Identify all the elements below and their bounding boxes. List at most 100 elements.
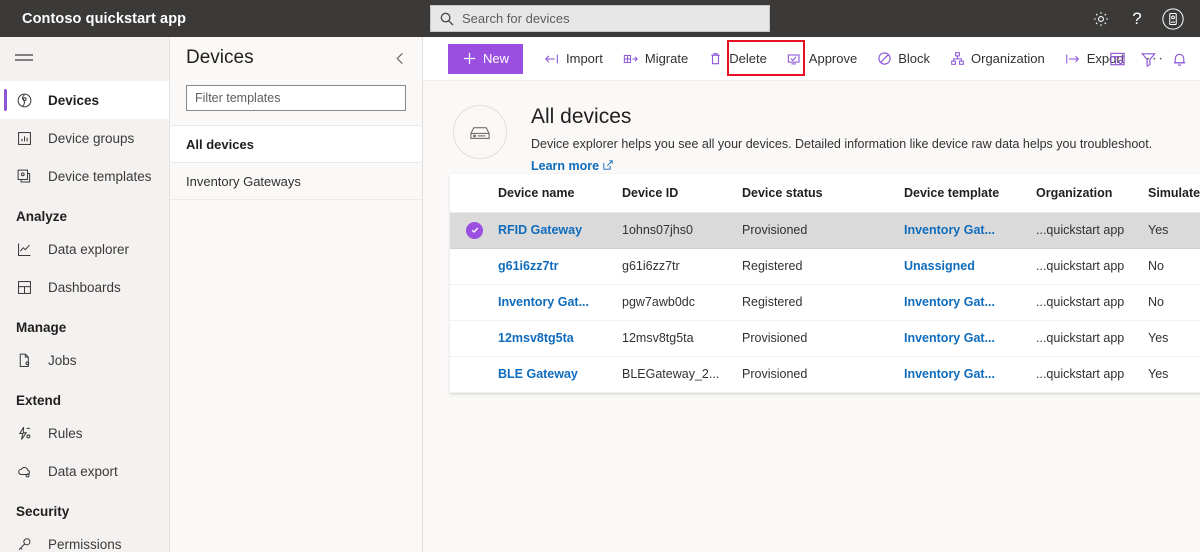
sidebar-item-label: Data export (48, 464, 118, 479)
approve-button-label: Approve (809, 51, 857, 66)
device-template-link[interactable]: Unassigned (904, 259, 1036, 273)
cell-device-name[interactable]: Inventory Gat... (498, 284, 622, 320)
approve-button[interactable]: Approve (778, 44, 866, 74)
help-icon[interactable]: ? (1120, 2, 1154, 36)
rules-bolt-icon (0, 425, 48, 442)
cell-organization: ...quickstart app (1036, 356, 1148, 392)
column-options-icon[interactable] (1109, 51, 1126, 68)
sidebar-item-label: Dashboards (48, 280, 121, 295)
top-app-bar: Contoso quickstart app ? (0, 0, 1200, 37)
migrate-button[interactable]: Migrate (614, 44, 697, 74)
cell-simulated: No (1148, 248, 1200, 284)
search-input[interactable] (462, 11, 761, 26)
filter-templates-wrap (170, 79, 422, 125)
column-header-device-template[interactable]: Device template (904, 174, 1036, 212)
table-row[interactable]: RFID Gateway 1ohns07jhs0 Provisioned Inv… (450, 212, 1200, 248)
cell-organization: ...quickstart app (1036, 320, 1148, 356)
trash-icon (708, 51, 723, 66)
bell-notification-icon[interactable] (1171, 51, 1188, 68)
table-row[interactable]: Inventory Gat... pgw7awb0dc Registered I… (450, 284, 1200, 320)
cloud-export-icon (0, 463, 48, 480)
cell-device-template[interactable]: Inventory Gat... (904, 356, 1036, 392)
cell-device-id: pgw7awb0dc (622, 284, 742, 320)
cell-device-name[interactable]: g61i6zz7tr (498, 248, 622, 284)
sidebar-item-label: Devices (48, 93, 99, 108)
device-template-link[interactable]: Inventory Gat... (904, 331, 1036, 345)
table-row[interactable]: BLE Gateway BLEGateway_2... Provisioned … (450, 356, 1200, 392)
dashboard-grid-icon (0, 279, 48, 296)
table-header: Device name Device ID Device status Devi… (450, 174, 1200, 212)
delete-button[interactable]: Delete (699, 44, 776, 74)
filter-templates-input[interactable] (186, 85, 406, 111)
table-row[interactable]: g61i6zz7tr g61i6zz7tr Registered Unassig… (450, 248, 1200, 284)
sidebar-item-device-groups[interactable]: Device groups (0, 119, 169, 157)
cell-device-template[interactable]: Inventory Gat... (904, 320, 1036, 356)
search-box[interactable] (430, 5, 770, 32)
cell-simulated: Yes (1148, 320, 1200, 356)
row-select-checkbox[interactable] (450, 212, 498, 248)
template-item-all-devices[interactable]: All devices (170, 125, 422, 162)
import-button[interactable]: Import (535, 44, 612, 74)
device-name-link[interactable]: Inventory Gat... (498, 295, 622, 309)
organization-button-label: Organization (971, 51, 1045, 66)
row-select-checkbox[interactable] (450, 248, 498, 284)
sidebar-item-data-export[interactable]: Data export (0, 452, 169, 490)
sidebar-item-device-templates[interactable]: Device templates (0, 157, 169, 195)
cell-device-template[interactable]: Unassigned (904, 248, 1036, 284)
sidebar-item-dashboards[interactable]: Dashboards (0, 268, 169, 306)
cell-device-template[interactable]: Inventory Gat... (904, 284, 1036, 320)
template-item-inventory-gateways[interactable]: Inventory Gateways (170, 162, 422, 199)
device-template-link[interactable]: Inventory Gat... (904, 367, 1036, 381)
device-template-link[interactable]: Inventory Gat... (904, 295, 1036, 309)
learn-more-link[interactable]: Learn more (531, 159, 613, 173)
sidebar-item-data-explorer[interactable]: Data explorer (0, 230, 169, 268)
filter-funnel-icon[interactable] (1140, 51, 1157, 68)
block-button-label: Block (898, 51, 930, 66)
table-row[interactable]: 12msv8tg5ta 12msv8tg5ta Provisioned Inve… (450, 320, 1200, 356)
hero-text: All devices Device explorer helps you se… (531, 105, 1152, 175)
cell-device-name[interactable]: BLE Gateway (498, 356, 622, 392)
device-name-link[interactable]: RFID Gateway (498, 223, 622, 237)
row-select-checkbox[interactable] (450, 320, 498, 356)
column-header-device-id[interactable]: Device ID (622, 174, 742, 212)
device-name-link[interactable]: BLE Gateway (498, 367, 622, 381)
plus-icon (462, 51, 477, 66)
device-name-link[interactable]: 12msv8tg5ta (498, 331, 622, 345)
block-button[interactable]: Block (868, 44, 939, 74)
device-name-link[interactable]: g61i6zz7tr (498, 259, 622, 273)
organization-button[interactable]: Organization (941, 44, 1054, 74)
export-icon (1065, 52, 1081, 66)
column-header-simulated[interactable]: Simulated (1148, 174, 1200, 212)
device-template-link[interactable]: Inventory Gat... (904, 223, 1036, 237)
cell-device-template[interactable]: Inventory Gat... (904, 212, 1036, 248)
column-header-organization[interactable]: Organization (1036, 174, 1148, 212)
sidebar-item-rules[interactable]: Rules (0, 414, 169, 452)
account-avatar-icon[interactable] (1156, 2, 1190, 36)
row-select-checkbox[interactable] (450, 356, 498, 392)
hamburger-icon[interactable] (0, 37, 48, 81)
cell-device-status: Registered (742, 248, 904, 284)
approve-icon (787, 52, 803, 66)
sidebar-item-devices[interactable]: Devices (0, 81, 169, 119)
row-select-checkbox[interactable] (450, 284, 498, 320)
cell-organization: ...quickstart app (1036, 284, 1148, 320)
table-header-row: Device name Device ID Device status Devi… (450, 174, 1200, 212)
template-list: All devices Inventory Gateways (170, 125, 422, 200)
organization-icon (950, 51, 965, 66)
cell-organization: ...quickstart app (1036, 212, 1148, 248)
cell-device-status: Provisioned (742, 320, 904, 356)
search-icon (439, 11, 455, 27)
select-all-header[interactable] (450, 174, 498, 212)
hero-description: Device explorer helps you see all your d… (531, 136, 1152, 154)
sidebar-item-permissions[interactable]: Permissions (0, 525, 169, 552)
cell-device-name[interactable]: RFID Gateway (498, 212, 622, 248)
column-header-device-status[interactable]: Device status (742, 174, 904, 212)
cell-device-status: Registered (742, 284, 904, 320)
sidebar-item-jobs[interactable]: Jobs (0, 341, 169, 379)
new-button[interactable]: New (448, 44, 523, 74)
column-header-device-name[interactable]: Device name (498, 174, 622, 212)
chevron-left-icon[interactable] (393, 51, 408, 66)
left-navigation: Devices Device groups Device templates A… (0, 37, 170, 552)
gear-icon[interactable] (1084, 2, 1118, 36)
cell-device-name[interactable]: 12msv8tg5ta (498, 320, 622, 356)
